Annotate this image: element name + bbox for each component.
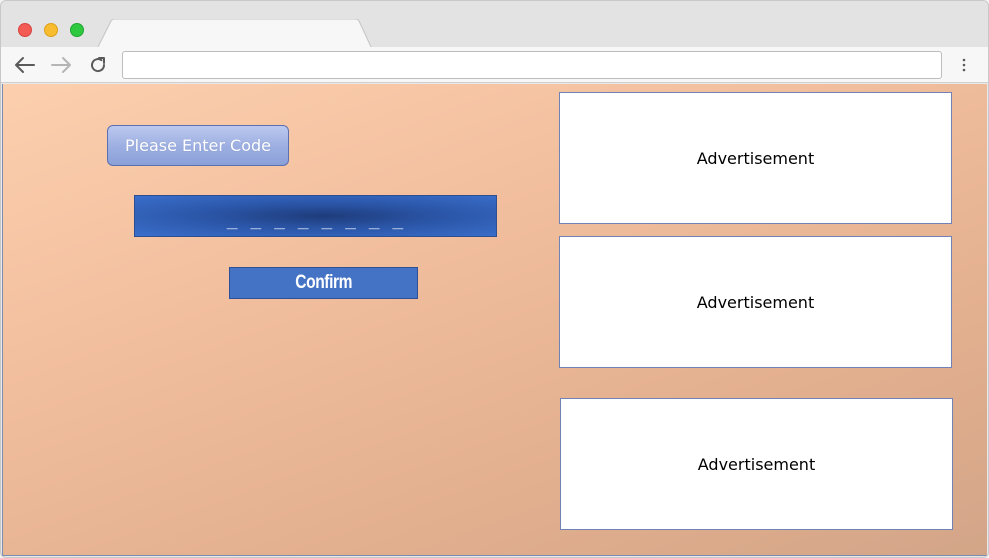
advertisement-label: Advertisement bbox=[697, 454, 816, 474]
forward-button[interactable] bbox=[49, 53, 73, 77]
advertisement-box[interactable]: Advertisement bbox=[559, 236, 952, 368]
confirm-button-label: Confirm bbox=[295, 272, 352, 293]
close-icon[interactable] bbox=[18, 23, 32, 37]
browser-window: Please Enter Code _ _ _ _ _ _ _ _ Confir… bbox=[0, 0, 989, 558]
advertisement-label: Advertisement bbox=[696, 148, 815, 168]
enter-code-label: Please Enter Code bbox=[107, 125, 289, 166]
advertisement-label: Advertisement bbox=[696, 292, 815, 312]
maximize-icon[interactable] bbox=[70, 23, 84, 37]
tab-strip bbox=[1, 1, 988, 49]
code-input[interactable]: _ _ _ _ _ _ _ _ bbox=[134, 195, 497, 237]
back-button[interactable] bbox=[13, 53, 37, 77]
arrow-left-icon bbox=[15, 57, 35, 73]
kebab-menu-icon bbox=[962, 58, 966, 72]
browser-tab[interactable] bbox=[97, 19, 372, 49]
confirm-button[interactable]: Confirm bbox=[229, 267, 418, 299]
reload-button[interactable] bbox=[86, 53, 110, 77]
page-viewport: Please Enter Code _ _ _ _ _ _ _ _ Confir… bbox=[2, 84, 987, 556]
address-bar[interactable] bbox=[122, 51, 942, 79]
arrow-right-icon bbox=[51, 57, 71, 73]
reload-icon bbox=[91, 57, 106, 73]
menu-button[interactable] bbox=[953, 53, 975, 77]
advertisement-box[interactable]: Advertisement bbox=[559, 92, 952, 224]
advertisement-box[interactable]: Advertisement bbox=[560, 398, 953, 530]
browser-toolbar bbox=[1, 47, 988, 83]
minimize-icon[interactable] bbox=[44, 23, 58, 37]
